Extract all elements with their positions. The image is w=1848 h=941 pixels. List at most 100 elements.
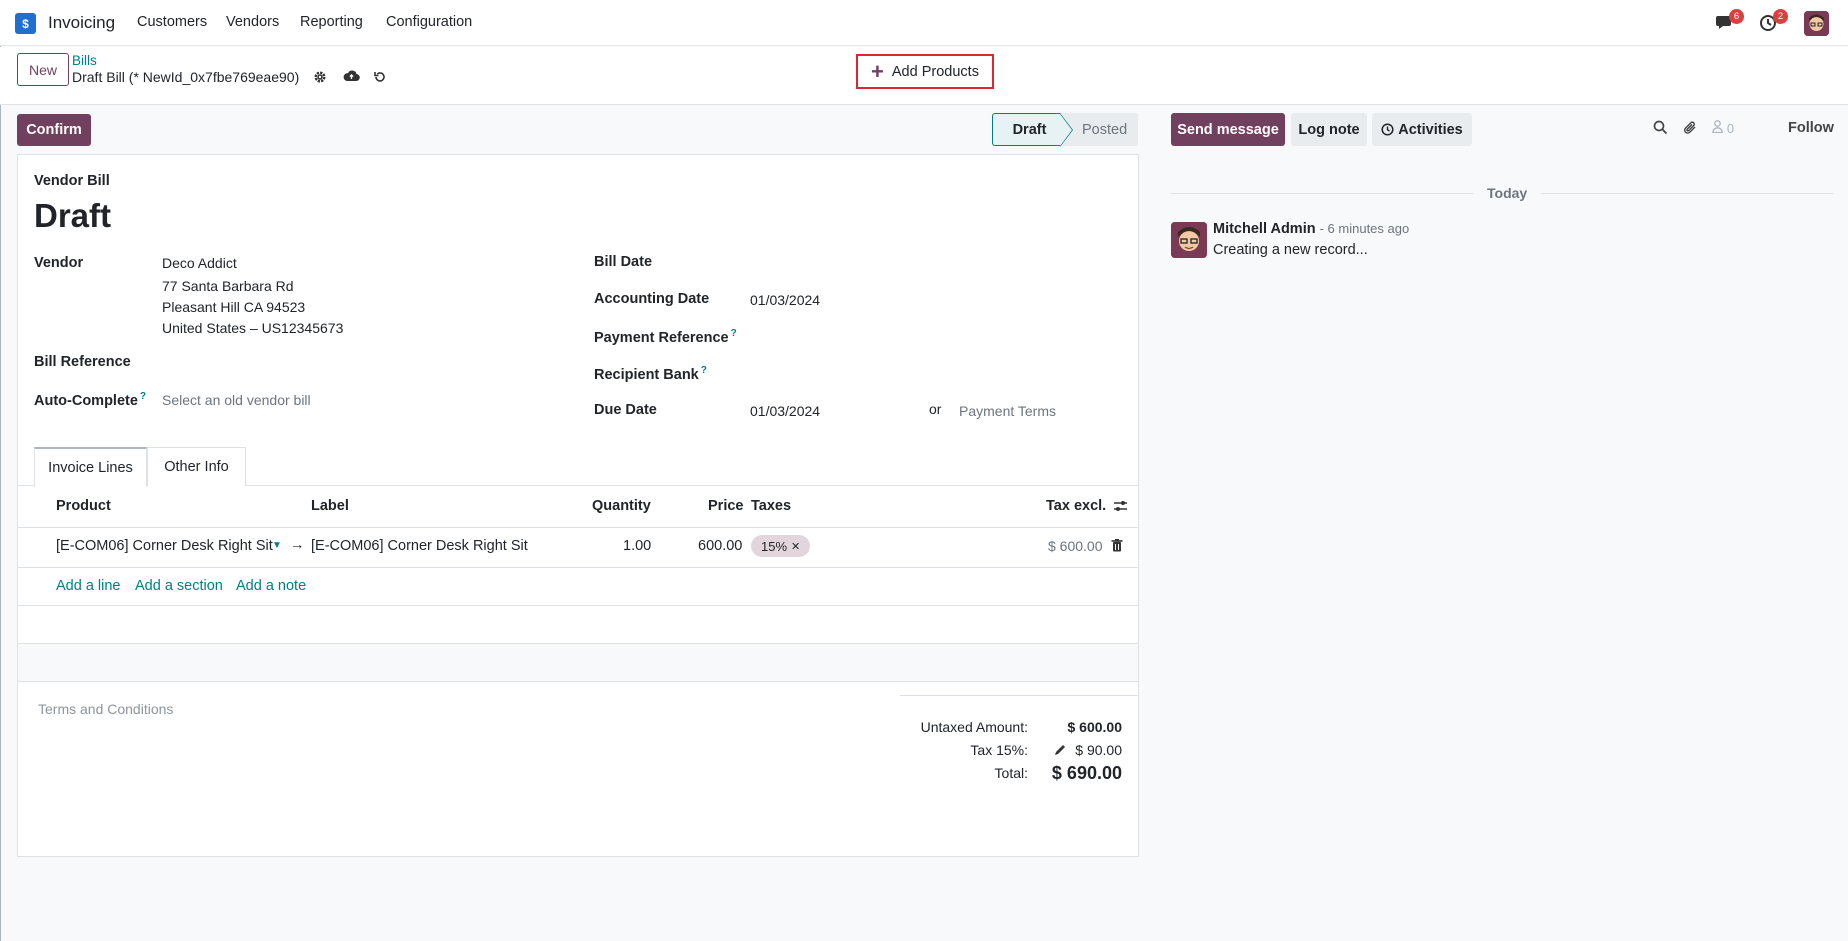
follow-button[interactable]: Follow xyxy=(1788,120,1834,136)
tax-tag[interactable]: 15% ✕ xyxy=(751,535,811,557)
breadcrumb-bills[interactable]: Bills xyxy=(72,53,97,68)
payment-reference-label-text: Payment Reference xyxy=(594,329,729,346)
plus-icon: + xyxy=(871,58,884,84)
table-header: Product Label Quantity Price Taxes Tax e… xyxy=(18,486,1138,528)
stage-draft[interactable]: Draft xyxy=(992,113,1073,147)
col-product[interactable]: Product xyxy=(56,498,111,514)
col-label[interactable]: Label xyxy=(311,498,349,514)
activities-label: Activities xyxy=(1398,121,1463,138)
price-cell[interactable]: 600.00 xyxy=(698,538,742,554)
table-row[interactable]: [E-COM06] Corner Desk Right Sit ▼ → [E-C… xyxy=(18,528,1138,568)
trash-icon[interactable] xyxy=(1111,539,1123,556)
menu-reporting[interactable]: Reporting xyxy=(300,14,363,30)
empty-row xyxy=(18,644,1138,682)
col-quantity[interactable]: Quantity xyxy=(592,498,651,514)
bill-reference-label: Bill Reference xyxy=(34,354,131,370)
activities-clock-icon[interactable]: 2 xyxy=(1759,9,1788,32)
top-navbar: $ Invoicing Customers Vendors Reporting … xyxy=(0,0,1848,46)
tab-invoice-lines[interactable]: Invoice Lines xyxy=(34,447,147,487)
confirm-button[interactable]: Confirm xyxy=(17,114,91,146)
messages-badge: 6 xyxy=(1729,9,1744,24)
user-avatar[interactable] xyxy=(1804,11,1829,36)
paperclip-icon[interactable] xyxy=(1683,120,1698,139)
payment-terms-input[interactable]: Payment Terms xyxy=(959,403,1056,419)
save-cloud-icon[interactable] xyxy=(343,69,360,86)
new-button[interactable]: New xyxy=(17,53,69,86)
label-cell[interactable]: [E-COM06] Corner Desk Right Sit xyxy=(311,538,528,554)
bill-date-label: Bill Date xyxy=(594,254,653,270)
stage-draft-label: Draft xyxy=(1012,121,1047,138)
menu-configuration[interactable]: Configuration xyxy=(386,14,472,30)
avatar[interactable] xyxy=(1171,222,1207,258)
col-price[interactable]: Price xyxy=(708,498,743,514)
untaxed-label: Untaxed Amount: xyxy=(920,719,1028,735)
log-note-button[interactable]: Log note xyxy=(1291,113,1367,146)
chevron-down-icon[interactable]: ▼ xyxy=(272,540,282,551)
col-tax-excl[interactable]: Tax excl. xyxy=(1046,498,1106,514)
menu-vendors[interactable]: Vendors xyxy=(226,14,279,30)
status-bar: Draft Posted xyxy=(992,113,1138,147)
product-cell[interactable]: [E-COM06] Corner Desk Right Sit xyxy=(56,538,273,554)
payment-reference-label: Payment Reference? xyxy=(594,328,737,346)
help-icon[interactable]: ? xyxy=(140,391,146,402)
add-row: Add a line Add a section Add a note xyxy=(18,568,1138,606)
or-label: or xyxy=(929,401,942,417)
followers-count: 0 xyxy=(1726,121,1735,136)
gear-icon[interactable] xyxy=(313,70,327,87)
messages-icon[interactable]: 6 xyxy=(1715,9,1744,32)
followers-button[interactable]: 0 xyxy=(1712,120,1734,136)
breadcrumb-current: Draft Bill (* NewId_0x7fbe769eae90) xyxy=(72,69,300,85)
tax-tag-label: 15% xyxy=(761,538,788,554)
discard-undo-icon[interactable] xyxy=(373,70,387,87)
author-name[interactable]: Mitchell Admin xyxy=(1213,221,1316,237)
tax-value: $ 90.00 xyxy=(1075,742,1122,758)
optional-columns-icon[interactable] xyxy=(1113,499,1128,517)
notebook-tabs: Invoice Lines Other Info xyxy=(18,447,1138,487)
search-icon[interactable] xyxy=(1653,120,1668,138)
send-message-button[interactable]: Send message xyxy=(1171,113,1285,146)
vendor-address-line: Pleasant Hill CA 94523 xyxy=(162,299,306,315)
pencil-icon[interactable] xyxy=(1054,743,1066,759)
tab-other-info[interactable]: Other Info xyxy=(147,447,246,486)
vendor-label: Vendor xyxy=(34,255,84,271)
quantity-cell[interactable]: 1.00 xyxy=(623,538,651,554)
tax-label: Tax 15%: xyxy=(970,742,1028,758)
terms-conditions-input[interactable]: Terms and Conditions xyxy=(38,701,173,717)
add-note-link[interactable]: Add a note xyxy=(236,578,306,594)
form-sheet: Vendor Bill Draft Vendor Deco Addict 77 … xyxy=(17,154,1139,857)
menu-customers[interactable]: Customers xyxy=(137,14,207,30)
add-products-label: Add Products xyxy=(891,63,979,80)
vendor-field[interactable]: Deco Addict xyxy=(162,255,237,271)
empty-row xyxy=(18,606,1138,644)
totals-block: Untaxed Amount: $ 600.00 Tax 15%: $ 90.0… xyxy=(900,695,1138,783)
activities-button[interactable]: Activities xyxy=(1372,113,1472,146)
message-author: Mitchell Admin - 6 minutes ago xyxy=(1213,221,1409,237)
control-panel: New Bills Draft Bill (* NewId_0x7fbe769e… xyxy=(0,47,1848,105)
tax-excl-cell: $ 600.00 xyxy=(1048,538,1103,554)
message-time: - 6 minutes ago xyxy=(1319,221,1410,236)
help-icon[interactable]: ? xyxy=(701,365,707,376)
arrow-right-icon[interactable]: → xyxy=(290,537,305,553)
message-body: Creating a new record... xyxy=(1213,242,1368,258)
recipient-bank-label-text: Recipient Bank xyxy=(594,366,699,383)
user-icon xyxy=(1712,120,1723,134)
vendor-address-line: United States – US12345673 xyxy=(162,320,344,336)
add-section-link[interactable]: Add a section xyxy=(135,578,223,594)
activities-badge: 2 xyxy=(1773,9,1788,24)
recipient-bank-label: Recipient Bank? xyxy=(594,365,707,383)
remove-tag-icon[interactable]: ✕ xyxy=(791,540,800,553)
vendor-address-line: 77 Santa Barbara Rd xyxy=(162,278,294,294)
help-icon[interactable]: ? xyxy=(731,328,737,339)
due-date-field[interactable]: 01/03/2024 xyxy=(750,403,820,419)
app-name[interactable]: Invoicing xyxy=(48,13,115,33)
add-line-link[interactable]: Add a line xyxy=(56,578,121,594)
auto-complete-input[interactable]: Select an old vendor bill xyxy=(162,392,311,408)
document-type: Vendor Bill xyxy=(34,173,110,189)
date-divider-label: Today xyxy=(1473,185,1542,201)
add-products-button[interactable]: + Add Products xyxy=(856,54,994,89)
invoicing-app-icon[interactable]: $ xyxy=(13,11,36,34)
accounting-date-field[interactable]: 01/03/2024 xyxy=(750,292,820,308)
col-taxes[interactable]: Taxes xyxy=(751,498,791,514)
total-value: $ 690.00 xyxy=(1051,763,1122,783)
total-label: Total: xyxy=(994,765,1028,781)
